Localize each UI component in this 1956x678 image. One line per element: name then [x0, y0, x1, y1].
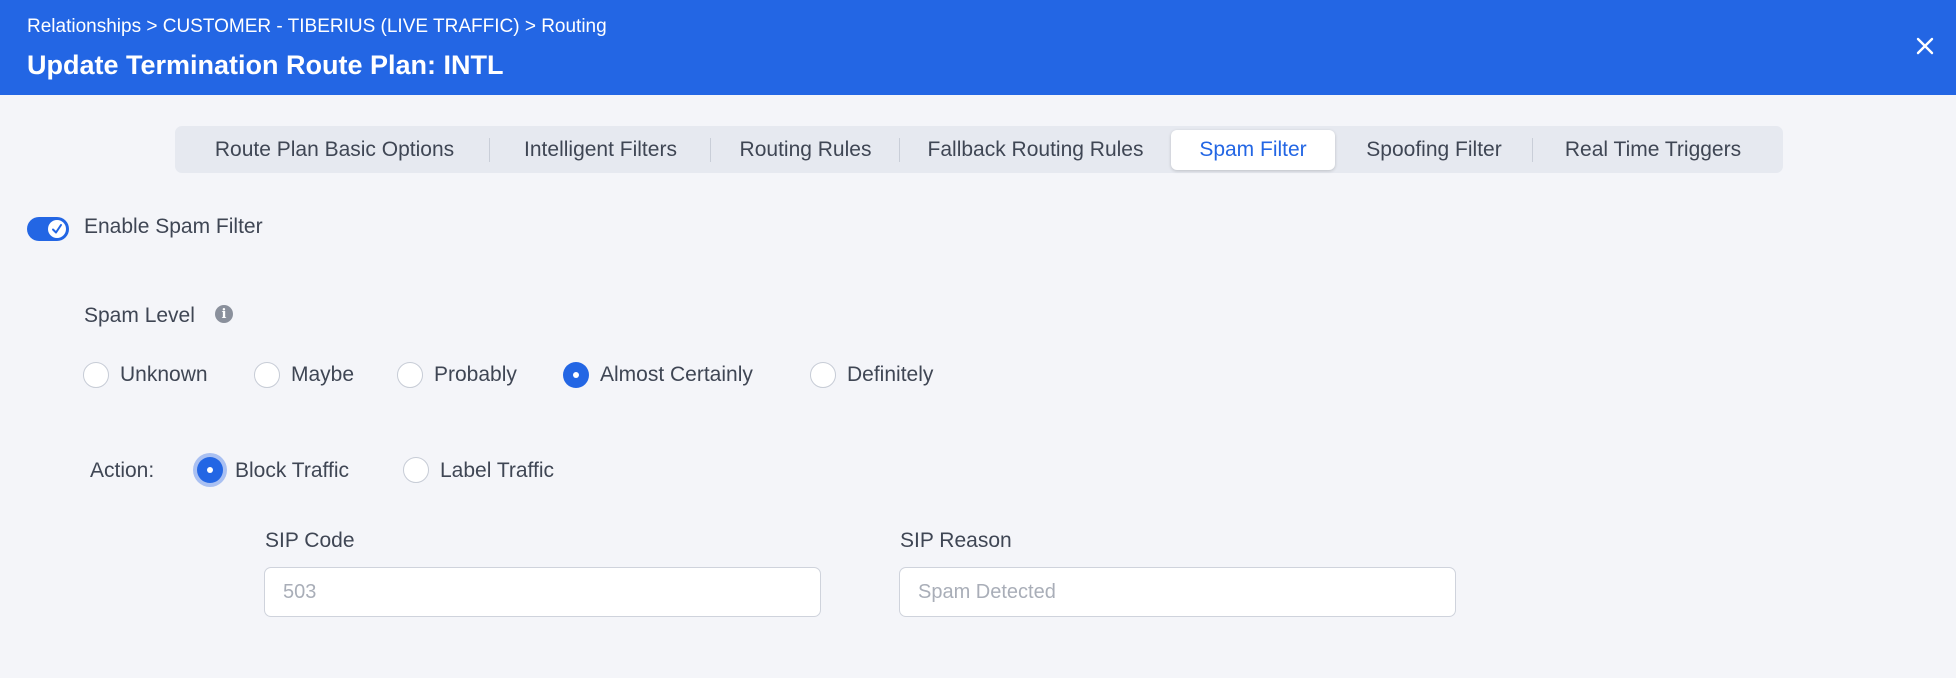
- radio-label-unknown: Unknown: [120, 363, 208, 386]
- close-button[interactable]: [1912, 33, 1938, 59]
- radio-label-almost-certainly: Almost Certainly: [600, 363, 753, 386]
- sip-code-input[interactable]: [264, 567, 821, 617]
- radio-spam-level-definitely[interactable]: [810, 362, 836, 388]
- enable-spam-filter-toggle[interactable]: [27, 217, 69, 241]
- tab-intelligent-filters[interactable]: Intelligent Filters: [490, 130, 711, 170]
- radio-action-label-traffic[interactable]: [403, 457, 429, 483]
- radio-label-definitely: Definitely: [847, 363, 934, 386]
- enable-spam-filter-label: Enable Spam Filter: [84, 215, 263, 238]
- tab-fallback-routing-rules[interactable]: Fallback Routing Rules: [900, 130, 1171, 170]
- toggle-knob: [48, 220, 66, 238]
- radio-spam-level-unknown[interactable]: [83, 362, 109, 388]
- sip-reason-label: SIP Reason: [900, 529, 1012, 552]
- sip-reason-input[interactable]: [899, 567, 1456, 617]
- spam-level-label: Spam Level: [84, 304, 195, 327]
- tab-real-time-triggers[interactable]: Real Time Triggers: [1533, 130, 1773, 170]
- info-icon[interactable]: i: [215, 305, 233, 323]
- action-label: Action:: [90, 459, 155, 482]
- tab-spoofing-filter[interactable]: Spoofing Filter: [1335, 130, 1533, 170]
- sip-code-label: SIP Code: [265, 529, 355, 552]
- radio-label-block-traffic: Block Traffic: [235, 459, 349, 482]
- tab-route-plan-basic-options[interactable]: Route Plan Basic Options: [179, 130, 490, 170]
- radio-label-maybe: Maybe: [291, 363, 355, 386]
- radio-action-block-traffic[interactable]: [197, 457, 223, 483]
- page-title: Update Termination Route Plan: INTL: [27, 50, 504, 80]
- radio-spam-level-probably[interactable]: [397, 362, 423, 388]
- check-icon: [52, 224, 62, 234]
- radio-label-probably: Probably: [434, 363, 517, 386]
- close-icon[interactable]: [1912, 33, 1938, 59]
- tab-routing-rules[interactable]: Routing Rules: [711, 130, 900, 170]
- modal-header: Relationships > CUSTOMER - TIBERIUS (LIV…: [0, 0, 1956, 95]
- radio-spam-level-maybe[interactable]: [254, 362, 280, 388]
- breadcrumb: Relationships > CUSTOMER - TIBERIUS (LIV…: [27, 16, 607, 37]
- radio-spam-level-almost-certainly[interactable]: [563, 362, 589, 388]
- tab-bar: Route Plan Basic Options Intelligent Fil…: [175, 126, 1783, 173]
- radio-label-label-traffic: Label Traffic: [440, 459, 555, 482]
- tab-spam-filter[interactable]: Spam Filter: [1171, 129, 1335, 170]
